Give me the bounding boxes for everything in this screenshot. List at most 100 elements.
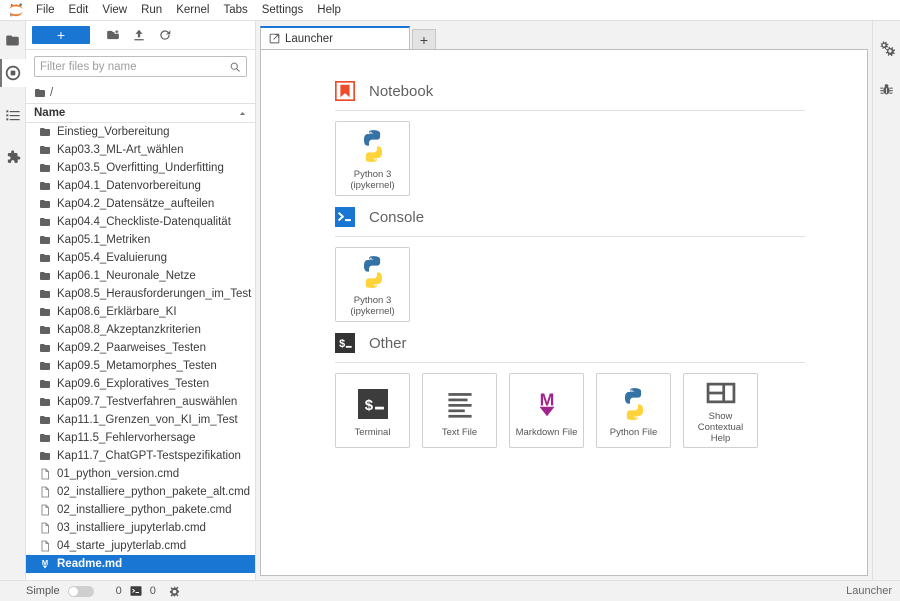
folder-icon <box>39 362 50 370</box>
file-icon <box>38 468 51 481</box>
list-item[interactable]: Kap09.7_Testverfahren_auswählen <box>26 393 255 411</box>
list-item[interactable]: Kap09.6_Exploratives_Testen <box>26 375 255 393</box>
menu-tabs[interactable]: Tabs <box>216 1 254 20</box>
list-item-label: 02_installiere_python_pakete.cmd <box>57 504 232 516</box>
folder-icon <box>38 306 51 319</box>
folder-icon <box>39 236 50 244</box>
launcher-card-python-3[interactable]: Python 3 (ipykernel) <box>335 247 410 322</box>
launcher-card-python-3[interactable]: Python 3 (ipykernel) <box>335 121 410 196</box>
list-item[interactable]: M Readme.md <box>26 555 255 573</box>
sidebar-item-running-terminals[interactable] <box>0 59 26 87</box>
status-bar-active-tab: Launcher <box>846 585 892 597</box>
search-input[interactable] <box>40 60 229 73</box>
list-item[interactable]: Kap11.1_Grenzen_von_KI_im_Test <box>26 411 255 429</box>
file-filter-box[interactable] <box>34 56 247 77</box>
bug-icon <box>880 83 893 94</box>
sidebar-item-debugger[interactable] <box>874 75 900 103</box>
file-icon <box>38 540 51 553</box>
launcher-section-title: Other <box>369 334 407 352</box>
menu-file[interactable]: File <box>29 1 62 20</box>
folder-icon <box>39 308 50 316</box>
list-item[interactable]: Kap09.2_Paarweises_Testen <box>26 339 255 357</box>
list-item[interactable]: Kap04.4_Checkliste-Datenqualität <box>26 213 255 231</box>
list-item[interactable]: Einstieg_Vorbereitung <box>26 123 255 141</box>
list-item[interactable]: Kap03.5_Overfitting_Underfitting <box>26 159 255 177</box>
terminal-icon[interactable] <box>130 585 142 597</box>
markdown-icon: M <box>532 384 562 424</box>
file-list-column-header[interactable]: Name <box>26 103 255 123</box>
list-item[interactable]: Kap11.5_Fehlervorhersage <box>26 429 255 447</box>
list-item-label: Kap04.4_Checkliste-Datenqualität <box>57 216 231 228</box>
gear-icon[interactable] <box>168 585 181 598</box>
tab-launcher[interactable]: Launcher <box>260 26 410 49</box>
list-item[interactable]: 01_python_version.cmd <box>26 465 255 483</box>
new-folder-button[interactable] <box>100 24 126 46</box>
sidebar-item-file-browser[interactable] <box>0 27 26 53</box>
dock-panel: Launcher + Notebook Python 3 (ipykernel) C… <box>256 21 872 580</box>
launcher-card-label-line2: Help <box>710 432 731 444</box>
folder-icon <box>38 270 51 283</box>
menu-view[interactable]: View <box>95 1 134 20</box>
launcher-sections: Notebook Python 3 (ipykernel) Console Pyth… <box>261 50 867 448</box>
upload-icon <box>134 29 144 41</box>
contextual-help-icon <box>706 382 735 403</box>
python-icon <box>624 387 643 420</box>
menu-kernel[interactable]: Kernel <box>169 1 216 20</box>
list-item[interactable]: Kap09.5_Metamorphes_Testen <box>26 357 255 375</box>
list-item[interactable]: Kap03.3_ML-Art_wählen <box>26 141 255 159</box>
list-item-label: Kap09.2_Paarweises_Testen <box>57 342 206 354</box>
list-item[interactable]: Kap05.4_Evaluierung <box>26 249 255 267</box>
breadcrumb-path: / <box>50 86 54 99</box>
launcher-card-terminal[interactable]: $ Terminal <box>335 373 410 448</box>
launcher-card-python-file[interactable]: Python File <box>596 373 671 448</box>
list-item[interactable]: 04_starte_jupyterlab.cmd <box>26 537 255 555</box>
text-file-icon <box>447 392 472 418</box>
launcher-card-text-file[interactable]: Text File <box>422 373 497 448</box>
file-icon <box>41 540 49 552</box>
launcher-card-label-line2: (ipykernel) <box>350 180 395 191</box>
menu-settings[interactable]: Settings <box>255 1 311 20</box>
terminal-icon: $ <box>357 384 388 424</box>
file-icon <box>38 522 51 535</box>
markdown-icon: M <box>41 558 48 569</box>
folder-icon <box>38 414 51 427</box>
sidebar-item-commands[interactable] <box>0 101 26 129</box>
list-item-label: Kap09.6_Exploratives_Testen <box>57 378 210 390</box>
list-item-label: 04_starte_jupyterlab.cmd <box>57 540 187 552</box>
launcher-card-label: Show Contextual <box>697 410 744 433</box>
list-item[interactable]: Kap04.2_Datensätze_aufteilen <box>26 195 255 213</box>
folder-icon <box>39 326 50 334</box>
left-activity-bar <box>0 21 26 580</box>
launcher-card-show-contextual[interactable]: Show Contextual Help <box>683 373 758 448</box>
file-list[interactable]: Einstieg_Vorbereitung Kap03.3_ML-Art_wähl… <box>26 123 255 580</box>
list-item[interactable]: Kap04.1_Datenvorbereitung <box>26 177 255 195</box>
new-tab-button[interactable]: + <box>412 29 436 49</box>
simple-mode-toggle[interactable] <box>67 585 94 597</box>
contextual-help-icon <box>706 378 736 408</box>
upload-files-button[interactable] <box>126 24 152 46</box>
menu-help[interactable]: Help <box>310 1 348 20</box>
list-item[interactable]: Kap11.7_ChatGPT-Testspezifikation <box>26 447 255 465</box>
list-item[interactable]: Kap05.1_Metriken <box>26 231 255 249</box>
list-item[interactable]: Kap06.1_Neuronale_Netze <box>26 267 255 285</box>
launcher-section-title: Notebook <box>369 82 434 100</box>
sidebar-item-property-inspector[interactable] <box>874 33 900 61</box>
sidebar-item-extension-manager[interactable] <box>0 143 26 171</box>
gears-icon <box>880 40 895 56</box>
list-item[interactable]: Kap08.6_Erklärbare_KI <box>26 303 255 321</box>
list-item[interactable]: Kap08.8_Akzeptanzkriterien <box>26 321 255 339</box>
folder-icon <box>39 398 50 406</box>
list-item-label: Einstieg_Vorbereitung <box>57 126 170 138</box>
launcher-card-markdown-file[interactable]: M Markdown File <box>509 373 584 448</box>
breadcrumb[interactable]: / <box>26 82 255 103</box>
list-item-label: Kap03.3_ML-Art_wählen <box>57 144 184 156</box>
new-launcher-button[interactable]: + <box>32 26 90 44</box>
list-item[interactable]: 02_installiere_python_pakete_alt.cmd <box>26 483 255 501</box>
list-item[interactable]: Kap08.5_Herausforderungen_im_Test <box>26 285 255 303</box>
list-item[interactable]: 03_installiere_jupyterlab.cmd <box>26 519 255 537</box>
folder-icon <box>38 288 51 301</box>
menu-run[interactable]: Run <box>134 1 169 20</box>
menu-edit[interactable]: Edit <box>62 1 96 20</box>
list-item[interactable]: 02_installiere_python_pakete.cmd <box>26 501 255 519</box>
refresh-file-list-button[interactable] <box>152 24 178 46</box>
